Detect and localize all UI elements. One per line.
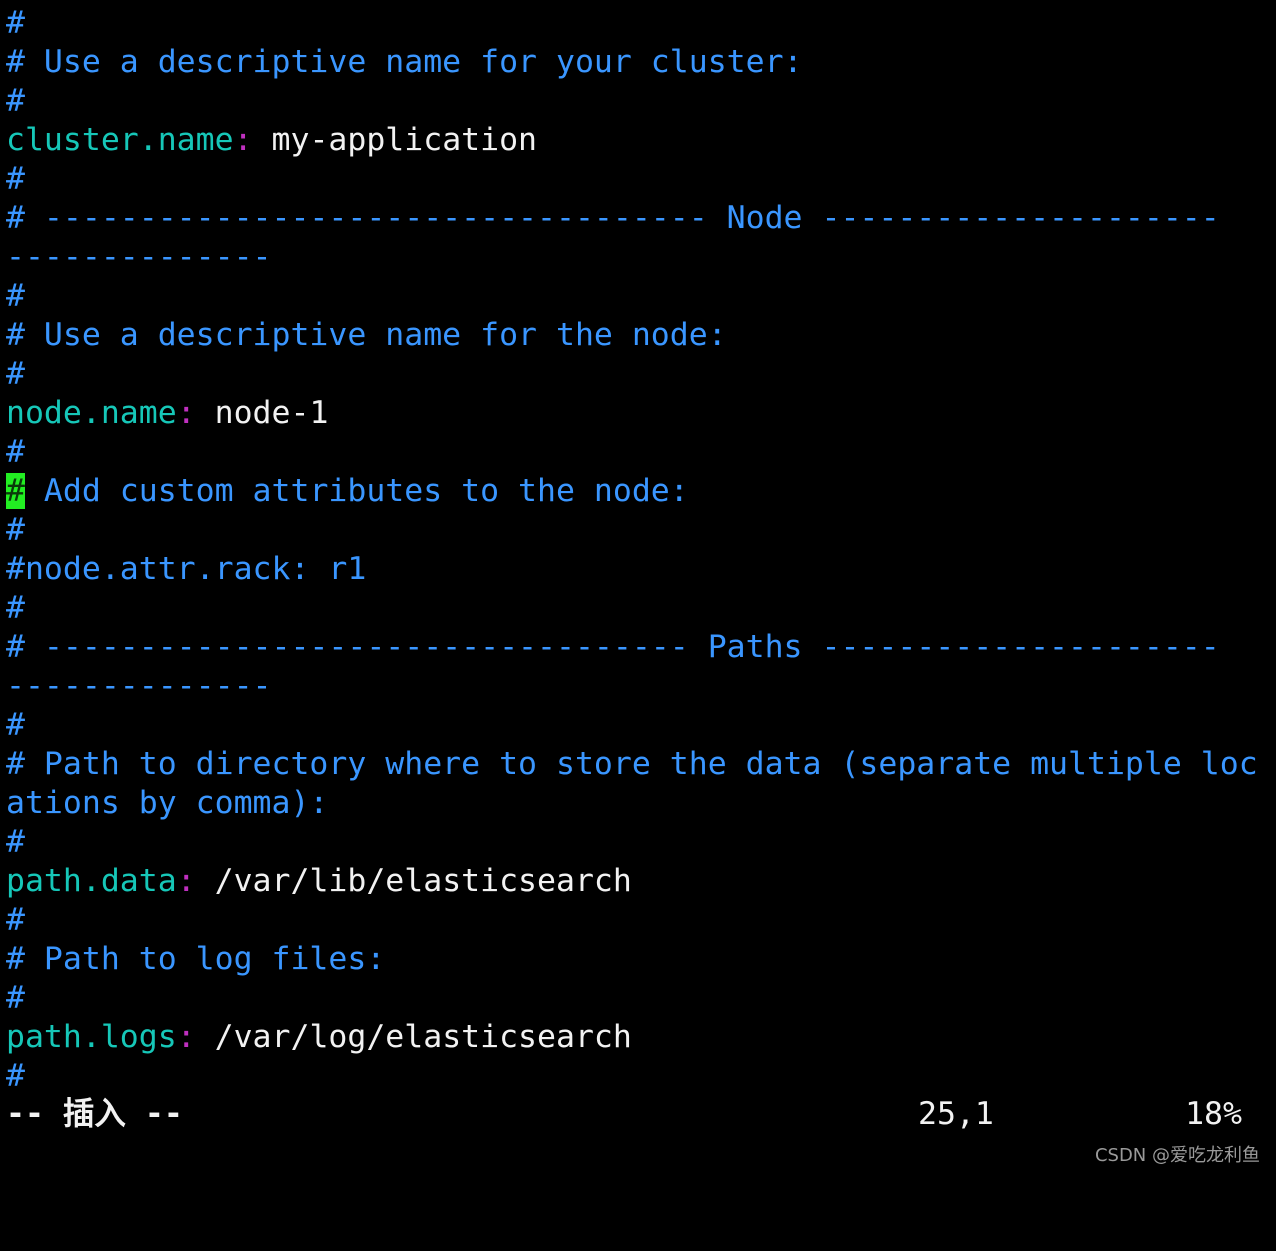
line-value: my-application [252, 122, 538, 158]
mode-suffix: -- [125, 1096, 183, 1132]
line-comment: # ---------------------------------- Pat… [6, 629, 1220, 665]
insert-mode-indicator: -- 插入 -- [6, 1095, 183, 1134]
editor-line[interactable]: # [6, 355, 1270, 394]
editor-line[interactable]: # [6, 511, 1270, 550]
scroll-percent: 18% [1185, 1096, 1242, 1132]
line-comment: # [6, 824, 25, 860]
editor-line[interactable]: # [6, 823, 1270, 862]
editor-line[interactable]: # [6, 4, 1270, 43]
editor-line[interactable]: cluster.name: my-application [6, 121, 1270, 160]
editor-line[interactable]: -------------- [6, 238, 1270, 277]
line-comment: # [6, 707, 25, 743]
line-comment: # Path to log files: [6, 941, 386, 977]
editor-line[interactable]: node.name: node-1 [6, 394, 1270, 433]
line-comment: Add custom attributes to the node: [24, 473, 689, 509]
line-key: path.data [6, 863, 177, 899]
editor-line[interactable]: # Use a descriptive name for your cluste… [6, 43, 1270, 82]
line-colon: : [176, 1019, 196, 1055]
editor-line[interactable]: # ----------------------------------- No… [6, 199, 1270, 238]
line-colon: : [176, 863, 196, 899]
editor-line[interactable]: # [6, 82, 1270, 121]
line-key: cluster.name [6, 122, 234, 158]
line-value: /var/log/elasticsearch [195, 1019, 632, 1055]
text-cursor: # [6, 473, 25, 509]
editor-line[interactable]: path.data: /var/lib/elasticsearch [6, 862, 1270, 901]
line-value: /var/lib/elasticsearch [195, 863, 632, 899]
line-comment: # [6, 590, 25, 626]
mode-label: 插入 [62, 1096, 126, 1132]
line-key: path.logs [6, 1019, 177, 1055]
line-comment: # [6, 83, 25, 119]
editor-line[interactable]: # [6, 277, 1270, 316]
line-comment: # [6, 512, 25, 548]
editor-line[interactable]: # Path to log files: [6, 940, 1270, 979]
line-comment: ations by comma): [6, 785, 329, 821]
line-comment: # [6, 161, 25, 197]
line-comment: # Path to directory where to store the d… [6, 746, 1258, 782]
line-comment: -------------- [6, 239, 272, 275]
line-comment: # [6, 356, 25, 392]
line-colon: : [233, 122, 253, 158]
line-key: node.name [6, 395, 177, 431]
line-comment: # [6, 278, 25, 314]
line-comment: # [6, 5, 25, 41]
editor-line[interactable]: # Path to directory where to store the d… [6, 745, 1270, 784]
line-comment: # Use a descriptive name for your cluste… [6, 44, 803, 80]
line-comment: # [6, 980, 25, 1016]
vim-status-line: -- 插入 -- 25,1 18% [6, 1095, 1256, 1134]
line-comment: # ----------------------------------- No… [6, 200, 1220, 236]
line-comment: -------------- [6, 668, 272, 704]
editor-line[interactable]: path.logs: /var/log/elasticsearch [6, 1018, 1270, 1057]
editor-line[interactable]: # [6, 589, 1270, 628]
editor-line[interactable]: #node.attr.rack: r1 [6, 550, 1270, 589]
line-comment: # [6, 902, 25, 938]
editor-line[interactable]: # [6, 901, 1270, 940]
editor-line[interactable]: # [6, 1057, 1270, 1096]
editor-line[interactable]: # ---------------------------------- Pat… [6, 628, 1270, 667]
line-comment: #node.attr.rack: r1 [6, 551, 367, 587]
editor-line[interactable]: ations by comma): [6, 784, 1270, 823]
editor-line[interactable]: # [6, 706, 1270, 745]
cursor-position: 25,1 [918, 1096, 994, 1132]
line-comment: # [6, 1058, 25, 1094]
editor-line[interactable]: # Use a descriptive name for the node: [6, 316, 1270, 355]
editor-line[interactable]: # Add custom attributes to the node: [6, 472, 1270, 511]
editor-line[interactable]: # [6, 979, 1270, 1018]
editor-line[interactable]: # [6, 433, 1270, 472]
csdn-watermark: CSDN @爱吃龙利鱼 [1094, 1145, 1260, 1166]
vim-editor-buffer[interactable]: # # Use a descriptive name for your clust… [6, 4, 1270, 1096]
mode-prefix: -- [6, 1096, 63, 1132]
line-colon: : [176, 395, 196, 431]
line-comment: # [6, 434, 25, 470]
line-comment: # Use a descriptive name for the node: [6, 317, 727, 353]
line-value: node-1 [195, 395, 329, 431]
editor-line[interactable]: # [6, 160, 1270, 199]
editor-line[interactable]: -------------- [6, 667, 1270, 706]
